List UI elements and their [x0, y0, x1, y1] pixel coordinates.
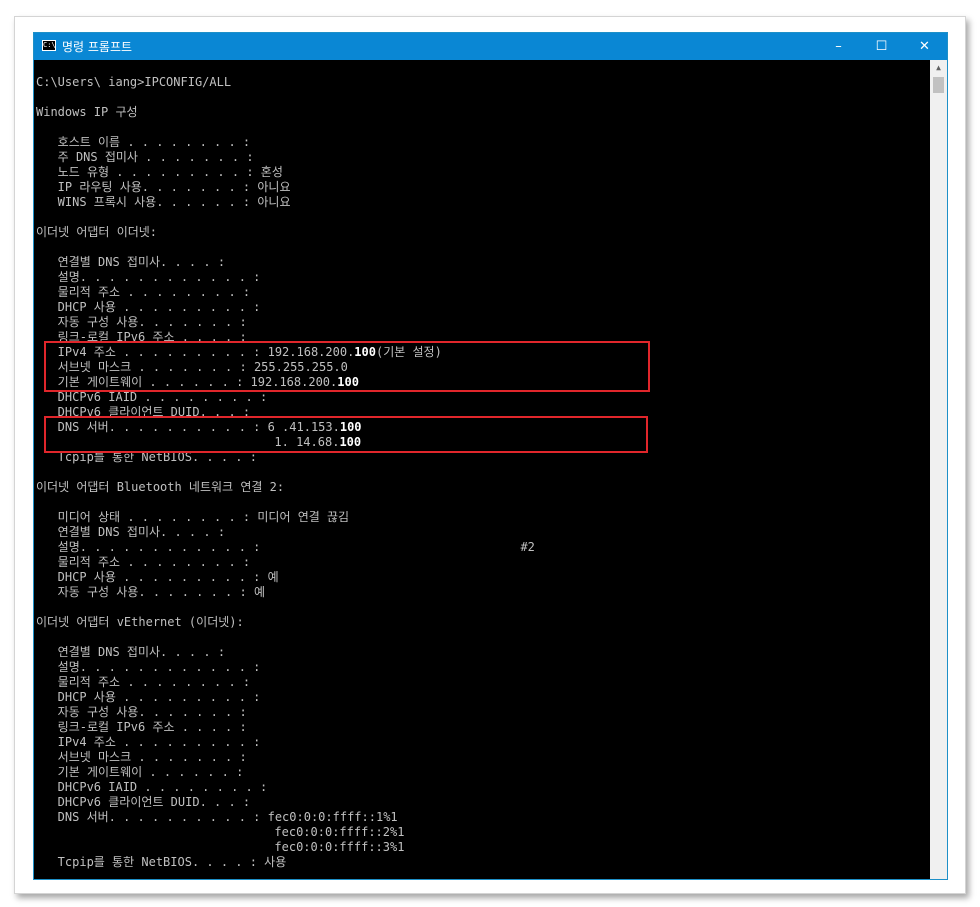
maximize-button[interactable]: ☐: [859, 33, 904, 60]
console-line: 설명. . . . . . . . . . . . : #2: [36, 540, 535, 554]
console-line: DHCP 사용 . . . . . . . . . : 예: [36, 570, 279, 584]
console-line: 이더넷 어댑터 이더넷:: [36, 225, 158, 239]
console-line: DNS 서버. . . . . . . . . . : fec0:0:0:fff…: [36, 810, 398, 824]
console-output[interactable]: C:\Users\ iang>IPCONFIG/ALL Windows IP 구성…: [34, 60, 930, 879]
console-line: 이더넷 어댑터 vEthernet (이더넷):: [36, 615, 244, 629]
console-line: IPv4 주소 . . . . . . . . . :: [36, 735, 261, 749]
console-line: 기본 게이트웨이 . . . . . . :: [36, 765, 244, 779]
close-button[interactable]: ✕: [902, 33, 947, 60]
console-line: DHCP 사용 . . . . . . . . . :: [36, 300, 261, 314]
console-line: 연결별 DNS 접미사. . . . :: [36, 255, 226, 269]
console-line: 물리적 주소 . . . . . . . . :: [36, 285, 251, 299]
console-line: 미디어 상태 . . . . . . . . : 미디어 연결 끊김: [36, 510, 350, 524]
console-line: DHCPv6 클라이언트 DUID. . . :: [36, 795, 251, 809]
window-title: 명령 프롬프트: [62, 40, 133, 54]
console-line: 서브넷 마스크 . . . . . . . :: [36, 750, 247, 764]
console-line: 자동 구성 사용. . . . . . . :: [36, 315, 247, 329]
dns-server-highlight-box: [44, 416, 648, 453]
console-line: fec0:0:0:ffff::2%1: [36, 825, 405, 839]
scroll-thumb[interactable]: [933, 77, 944, 93]
console-line: 연결별 DNS 접미사. . . . :: [36, 525, 226, 539]
cmd-app-icon[interactable]: C:\: [42, 40, 56, 51]
console-line: 설명. . . . . . . . . . . . :: [36, 660, 261, 674]
console-line: 자동 구성 사용. . . . . . . : 예: [36, 585, 265, 599]
console-line: DHCPv6 IAID . . . . . . . . :: [36, 780, 268, 794]
console-line: WINS 프록시 사용. . . . . . : 아니요: [36, 195, 291, 209]
vertical-scrollbar[interactable]: ▲: [930, 60, 947, 879]
console-line: Windows IP 구성: [36, 105, 138, 119]
console-line: 호스트 이름 . . . . . . . . :: [36, 135, 251, 149]
console-line: DHCPv6 IAID . . . . . . . . :: [36, 390, 268, 404]
console-line: 이더넷 어댑터 Bluetooth 네트워크 연결 2:: [36, 480, 285, 494]
console-line: 노드 유형 . . . . . . . . . : 혼성: [36, 165, 283, 179]
console-line: 링크-로컬 IPv6 주소 . . . . :: [36, 720, 247, 734]
console-line: 자동 구성 사용. . . . . . . :: [36, 705, 247, 719]
minimize-button[interactable]: –: [816, 33, 861, 60]
console-line: fec0:0:0:ffff::3%1: [36, 840, 405, 854]
title-bar[interactable]: C:\ 명령 프롬프트 – ☐ ✕: [34, 33, 947, 60]
console-line: 설명. . . . . . . . . . . . :: [36, 270, 261, 284]
ipv4-gateway-highlight-box: [44, 341, 650, 392]
console-line: IP 라우팅 사용. . . . . . . : 아니요: [36, 180, 291, 194]
console-line: 물리적 주소 . . . . . . . . :: [36, 675, 251, 689]
console-line: C:\Users\ iang>IPCONFIG/ALL: [36, 75, 232, 89]
console-line: DHCP 사용 . . . . . . . . . :: [36, 690, 261, 704]
console-line: 주 DNS 접미사 . . . . . . . :: [36, 150, 254, 164]
command-prompt-window: C:\ 명령 프롬프트 – ☐ ✕ C:\Users\ iang>IPCONFI…: [33, 32, 948, 880]
console-line: 물리적 주소 . . . . . . . . :: [36, 555, 251, 569]
console-line: Tcpip를 통한 NetBIOS. . . . : 사용: [36, 855, 287, 869]
scroll-up-arrow-icon[interactable]: ▲: [930, 60, 947, 76]
console-line: 연결별 DNS 접미사. . . . :: [36, 645, 226, 659]
